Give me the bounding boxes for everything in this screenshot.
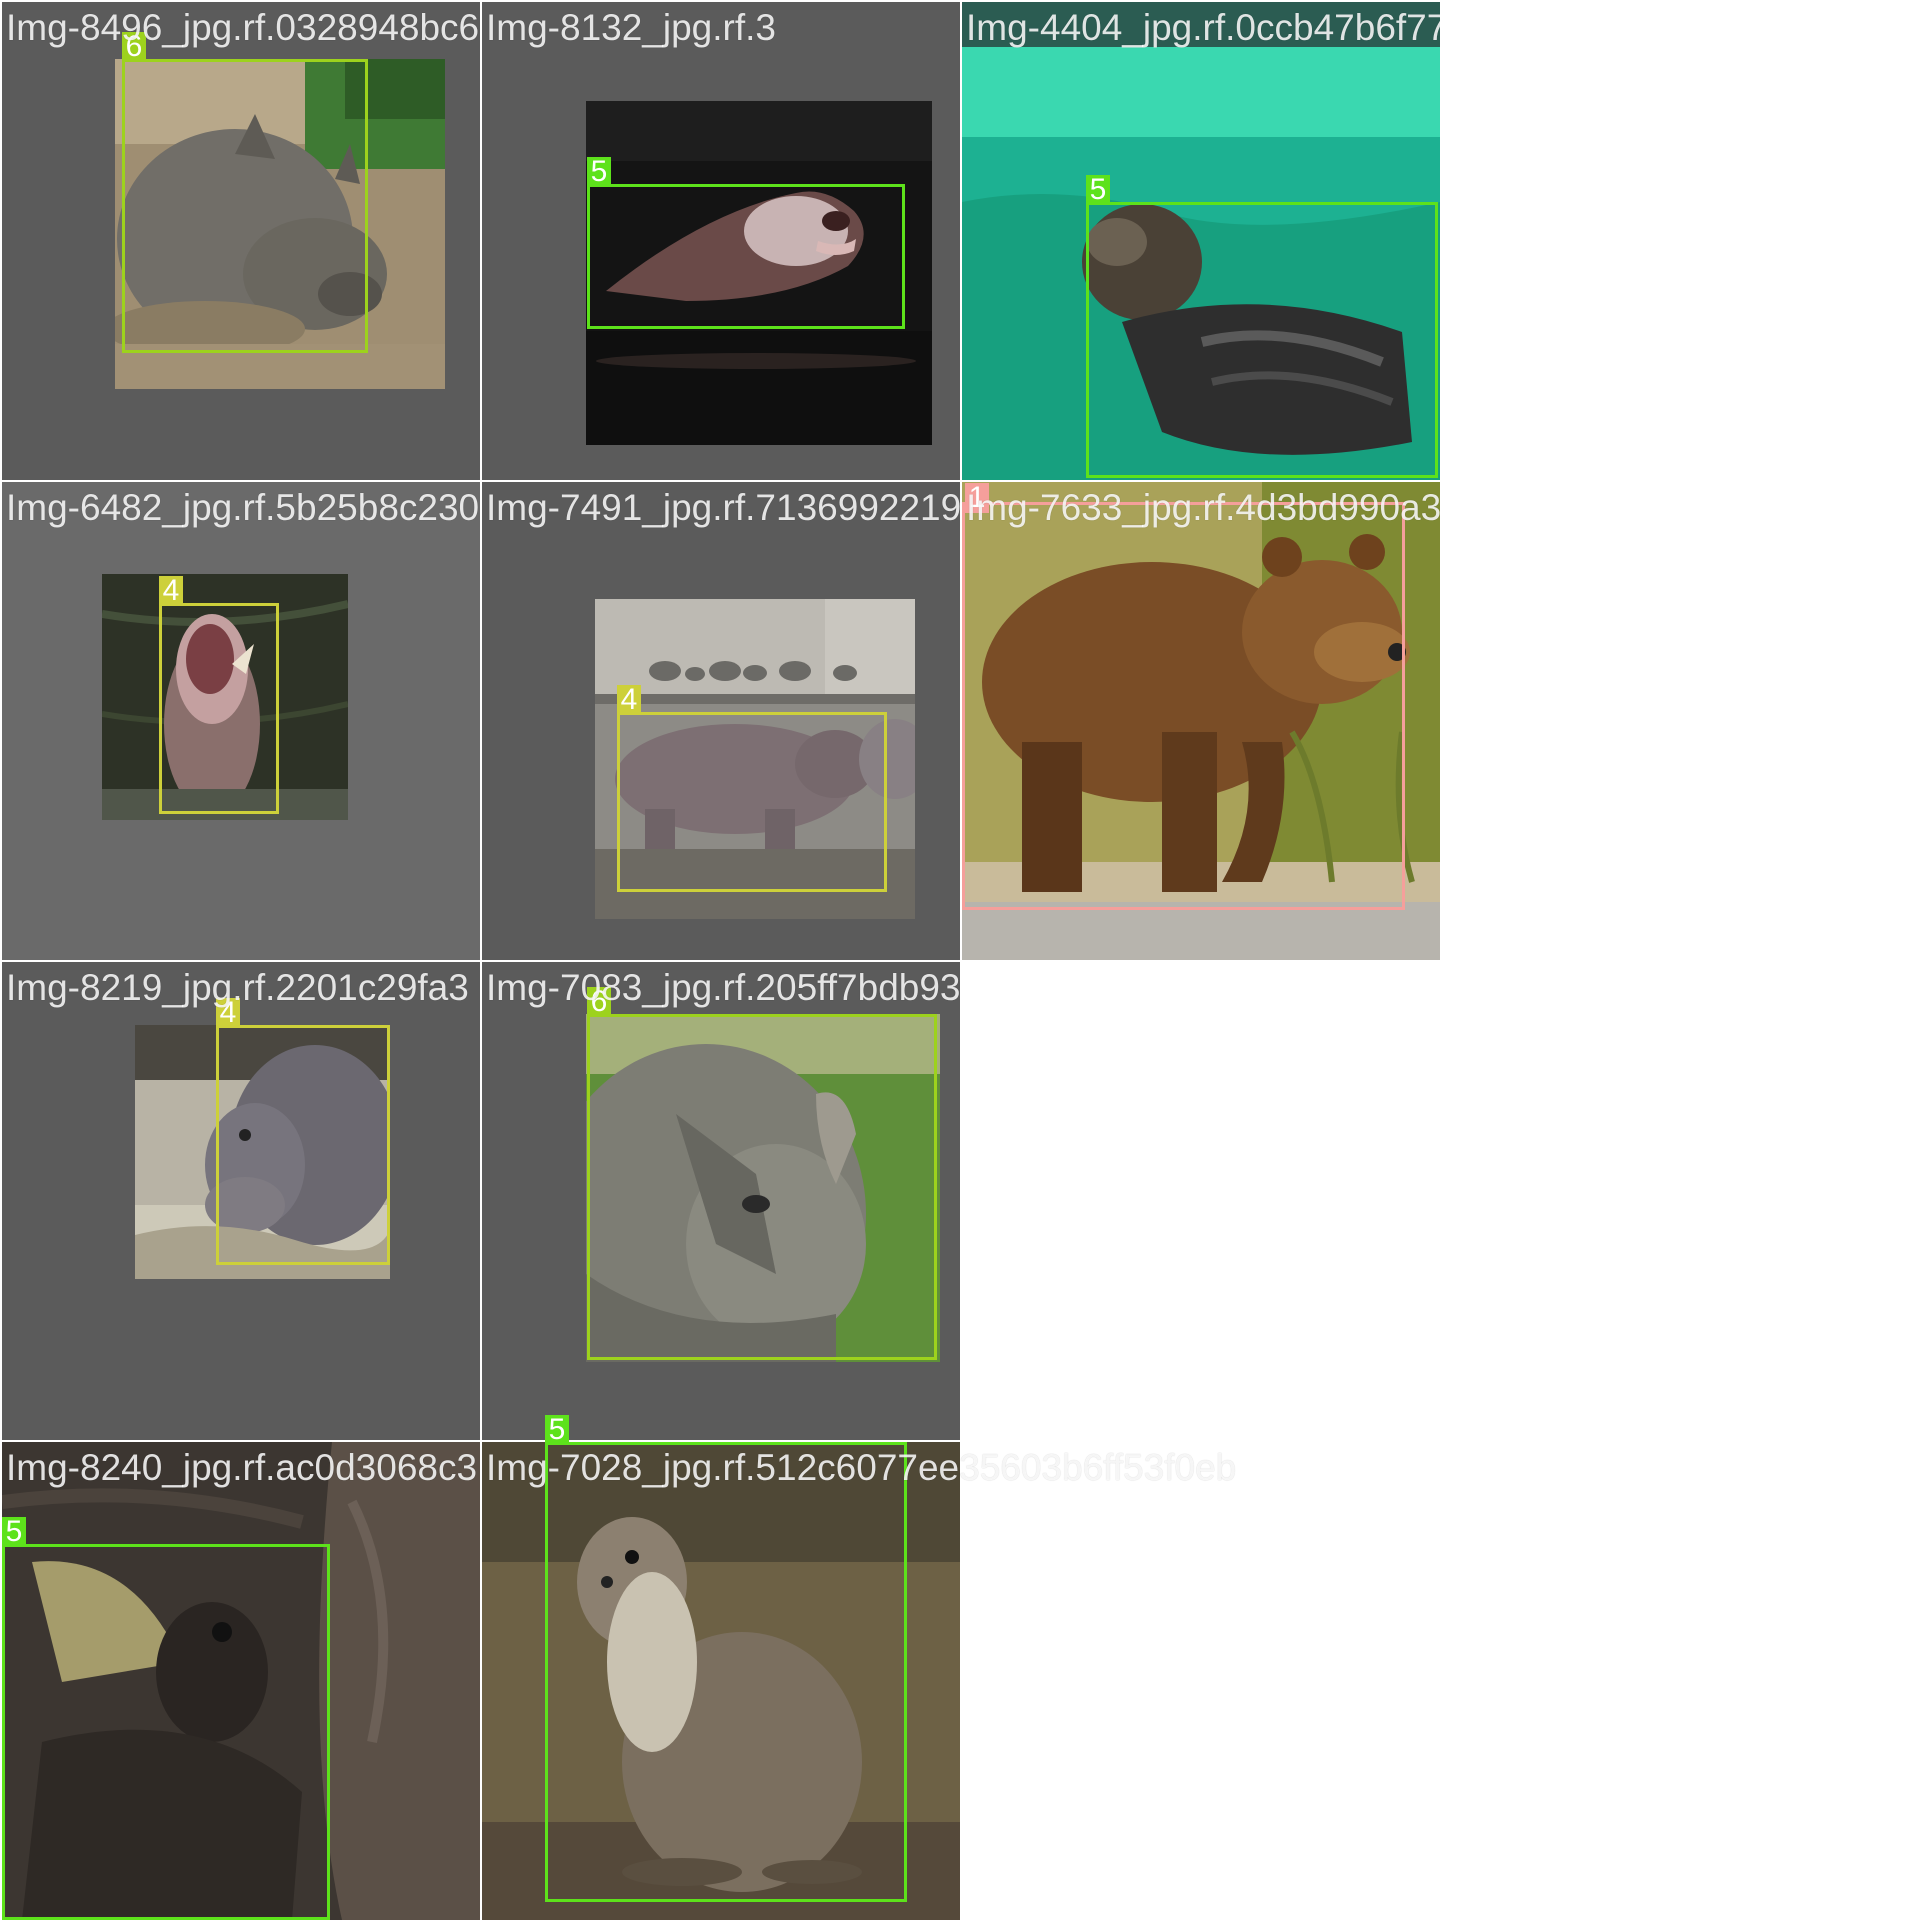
image-filename: Img-6482_jpg.rf.5b25b8c230 [6, 487, 480, 528]
class-label: 4 [617, 685, 641, 715]
mosaic-tile-9: 5 Img-8240_jpg.rf.ac0d3068c3 [2, 1442, 480, 1920]
bounding-box: 6 [122, 32, 368, 353]
mosaic-tile-6: 1 Img-7633_jpg.rf.4d3bd990a3fbde45d736b8… [962, 482, 1440, 960]
mosaic-tile-1: 6 Img-8496_jpg.rf.0328948bc6ee5912273604… [2, 2, 480, 480]
bounding-box: 5 [1086, 175, 1438, 478]
image-filename: Img-7491_jpg.rf.7136992219bd1666 [486, 487, 960, 528]
class-label: 5 [587, 157, 611, 187]
bounding-box: 4 [216, 998, 390, 1265]
mosaic-tile-8: 6 Img-7083_jpg.rf.205ff7bdb931889235859e… [482, 962, 960, 1440]
image-filename: Img-8496_jpg.rf.0328948bc6ee5912273604fd… [6, 7, 480, 48]
bounding-box: 4 [159, 576, 279, 814]
bounding-box: 6 [587, 987, 937, 1360]
image-filename: Img-7083_jpg.rf.205ff7bdb931889235859e84 [486, 967, 960, 1008]
class-label: 5 [545, 1415, 569, 1445]
image-filename: Img-8132_jpg.rf.3 [486, 7, 777, 48]
mosaic-tile-4: 4 Img-6482_jpg.rf.5b25b8c230 [2, 482, 480, 960]
bounding-box: 1 [962, 483, 1405, 910]
image-filename: Img-4404_jpg.rf.0ccb47b6f773d475febcad67… [966, 7, 1440, 48]
image-filename: Img-8219_jpg.rf.2201c29fa3 [6, 967, 469, 1008]
bounding-box: 5 [587, 157, 905, 329]
bounding-box: 4 [617, 685, 887, 892]
bounding-box: 5 [2, 1517, 330, 1920]
image-filename: Img-7028_jpg.rf.512c6077ee35603b6ff53f0e… [486, 1447, 1237, 1488]
mosaic-tile-10: 5 Img-7028_jpg.rf.512c6077ee35603b6ff53f… [482, 1415, 1236, 1920]
class-label: 4 [159, 576, 183, 606]
bounding-box: 5 [545, 1415, 907, 1902]
image-filename: Img-8240_jpg.rf.ac0d3068c3 [6, 1447, 478, 1488]
mosaic-tile-3: 5 Img-4404_jpg.rf.0ccb47b6f773d475febcad… [962, 2, 1440, 480]
class-label: 5 [1086, 175, 1110, 205]
image-filename: Img-7633_jpg.rf.4d3bd990a3fbde45d736b894… [966, 487, 1440, 528]
mosaic-tile-2: 5 Img-8132_jpg.rf.3 [482, 2, 960, 480]
class-label: 5 [2, 1517, 26, 1547]
mosaic-tile-5: 4 Img-7491_jpg.rf.7136992219bd1666 [482, 482, 960, 960]
mosaic-tile-7: 4 Img-8219_jpg.rf.2201c29fa3 [2, 962, 480, 1440]
